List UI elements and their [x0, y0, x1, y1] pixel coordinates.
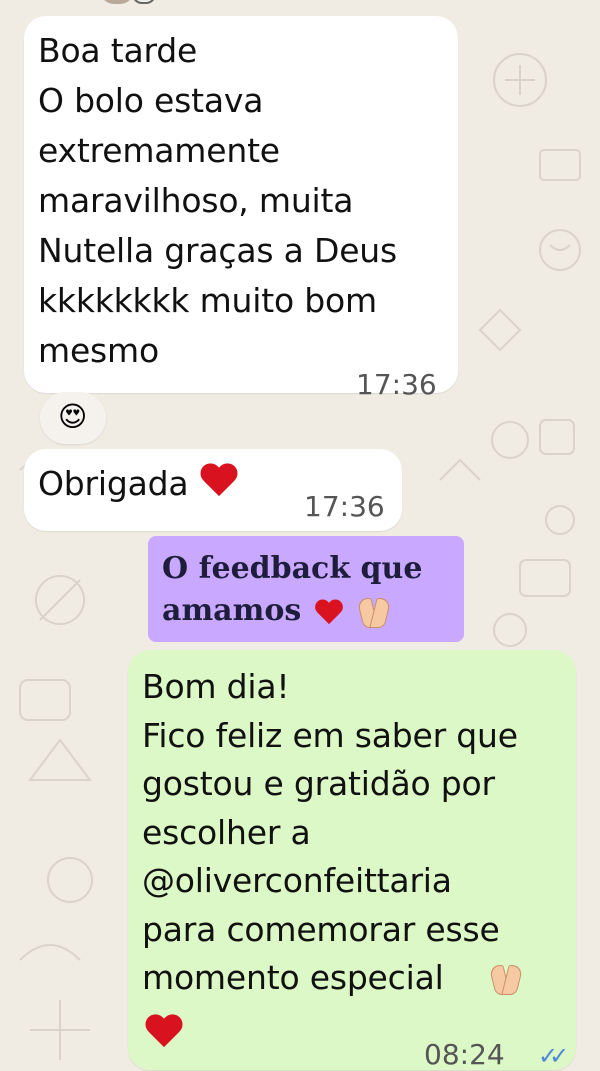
- top-bar-partial: [0, 0, 600, 12]
- message-text: Boa tarde O bolo estava extremamente mar…: [38, 31, 398, 370]
- red-heart-icon: [144, 1015, 184, 1051]
- message-timestamp: 17:36: [356, 368, 437, 401]
- caption-emojis: [312, 594, 392, 634]
- message-reaction[interactable]: 😍: [40, 392, 106, 444]
- message-timestamp: 17:36: [304, 490, 385, 523]
- red-heart-icon: [314, 600, 344, 628]
- red-heart-icon: [199, 464, 239, 500]
- message-bubble-incoming[interactable]: Boa tarde O bolo estava extremamente mar…: [24, 16, 458, 400]
- folded-hands-icon: [488, 963, 522, 997]
- status-ring-icon: [132, 0, 156, 4]
- heart-eyes-emoji-icon: 😍: [58, 400, 88, 433]
- folded-hands-icon: [356, 596, 390, 630]
- contact-avatar[interactable]: [100, 0, 134, 4]
- message-text: Obrigada: [38, 459, 239, 509]
- message-emojis: [128, 650, 576, 1070]
- story-caption-sticker: O feedback que amamos: [148, 536, 464, 642]
- message-text-content: Obrigada: [38, 464, 189, 503]
